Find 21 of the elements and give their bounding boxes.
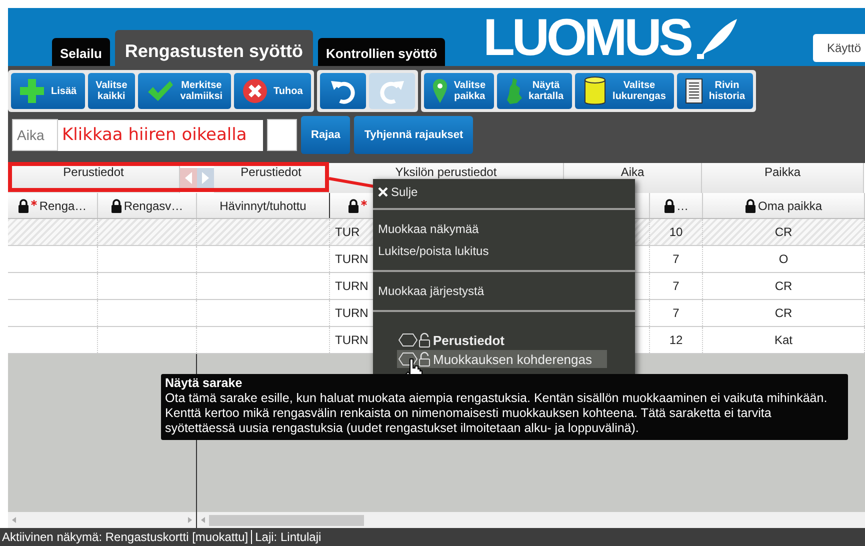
table-cell: O <box>778 252 788 266</box>
tooltip-title: Näytä sarake <box>165 376 242 391</box>
table-cell: CR <box>774 279 792 293</box>
table-cell: CR <box>774 306 792 320</box>
table-cell: CR <box>774 225 792 239</box>
table-cell: 7 <box>672 252 680 266</box>
table-cell: 10 <box>669 225 683 239</box>
table-cell: TURN <box>335 252 368 266</box>
logo-text: LUOMUS <box>483 12 690 64</box>
table-cell: TURN <box>335 279 368 293</box>
table-cell: Kat <box>774 333 792 347</box>
table-cell: 12 <box>669 333 683 347</box>
table-cell: TURN <box>335 333 368 347</box>
tooltip-text: Ota tämä sarake esille, kun haluat muokata aiempia rengastuksia. Kentän sisällön muokkaaminen ei vaikuta mihinkään. Kenttä kertoo mikä rengasvälin renkaista on nimenomaisesti muokkauksen kohteena. Tätä saraketta ei tarvita syötettäessä uusia rengastuksia (uudet rengastukset ilmoitetaan alku- ja loppuvälinä). <box>165 391 828 436</box>
table-cell: 7 <box>672 306 680 320</box>
annotation-label: Klikkaa hiiren oikealla <box>58 120 263 150</box>
status-text: Aktiivinen näkymä: Rengastuskortti [muokattu] <box>2 530 248 544</box>
status-text: Laji: Lintulaji <box>255 530 322 544</box>
table-cell: 7 <box>672 279 680 293</box>
table-cell: TUR <box>335 225 360 239</box>
table-cell: TURN <box>335 306 368 320</box>
